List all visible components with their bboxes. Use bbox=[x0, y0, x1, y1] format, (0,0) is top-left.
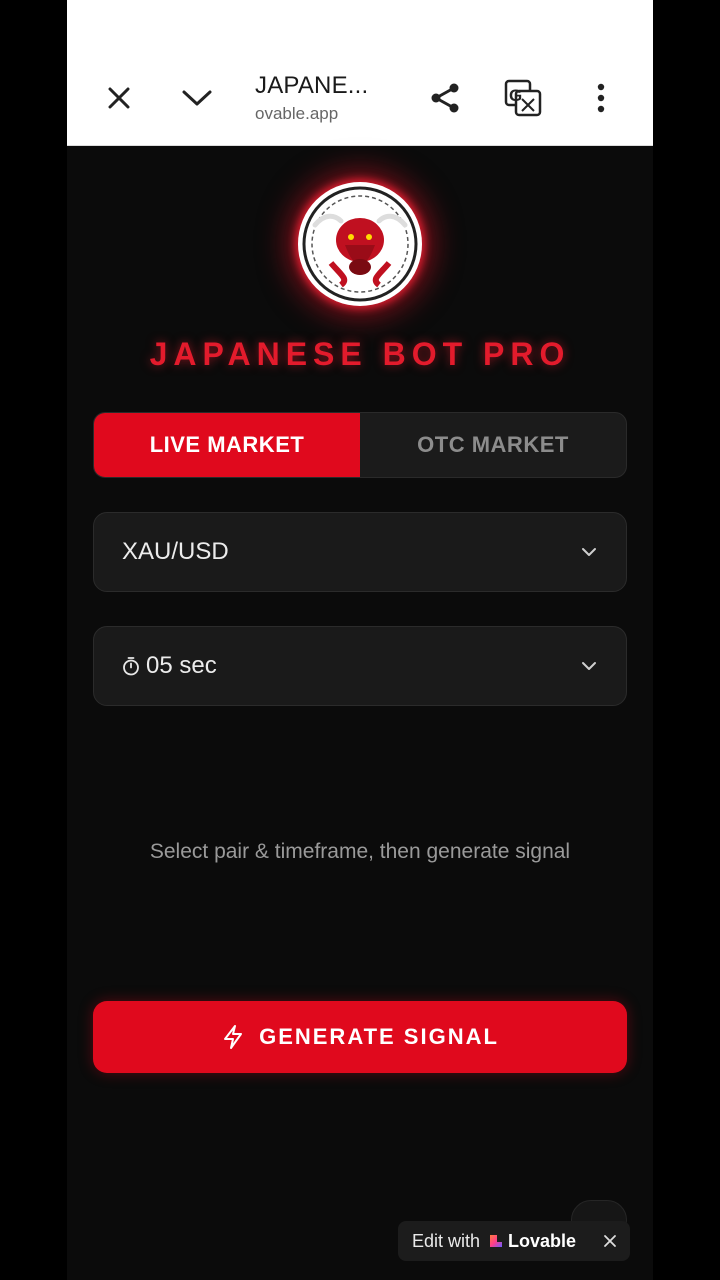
page-title: JAPANE... bbox=[255, 72, 369, 99]
hint-text: Select pair & timeframe, then generate s… bbox=[149, 840, 571, 863]
translate-button[interactable]: G bbox=[499, 74, 547, 122]
timeframe-select-value-wrap: 05 sec bbox=[122, 652, 580, 680]
lightning-icon bbox=[224, 1025, 243, 1049]
page-url: ovable.app bbox=[255, 104, 339, 123]
lovable-badge-prefix: Edit with bbox=[412, 1230, 481, 1251]
translate-icon: G bbox=[504, 79, 542, 117]
app-content: JAPANESE BOT PRO LIVE MARKET OTC MARKET … bbox=[67, 146, 653, 1280]
collapse-button[interactable] bbox=[173, 74, 221, 122]
share-button[interactable] bbox=[421, 74, 469, 122]
svg-text:G: G bbox=[509, 86, 522, 105]
lovable-brand-label: Lovable bbox=[508, 1230, 577, 1251]
chevron-down-icon bbox=[182, 90, 212, 106]
timeframe-select-value: 05 sec bbox=[146, 652, 217, 679]
chevron-down-icon bbox=[582, 662, 596, 670]
market-toggle: LIVE MARKET OTC MARKET bbox=[93, 412, 627, 478]
bull-logo bbox=[298, 182, 422, 306]
close-icon bbox=[108, 87, 130, 109]
generate-signal-label: GENERATE SIGNAL bbox=[259, 1024, 499, 1049]
chevron-down-icon bbox=[582, 548, 596, 556]
status-bar bbox=[67, 0, 653, 48]
generate-signal-button[interactable]: GENERATE SIGNAL bbox=[93, 1001, 627, 1073]
tab-otc-market[interactable]: OTC MARKET bbox=[360, 413, 626, 477]
lovable-heart-icon bbox=[490, 1235, 503, 1247]
phone-screen: JAPANE... ovable.app G JAPANESE BOT PRO … bbox=[67, 0, 653, 1280]
close-button[interactable] bbox=[95, 74, 143, 122]
lovable-close-button[interactable] bbox=[598, 1229, 622, 1253]
more-vertical-icon bbox=[597, 83, 605, 113]
brand-title: JAPANESE BOT PRO bbox=[149, 336, 571, 372]
more-menu-button[interactable] bbox=[577, 74, 625, 122]
tab-live-market[interactable]: LIVE MARKET bbox=[94, 413, 360, 477]
lovable-brand: Lovable bbox=[488, 1231, 576, 1252]
pair-select-value: XAU/USD bbox=[122, 538, 229, 565]
timeframe-select[interactable]: 05 sec bbox=[93, 626, 627, 706]
share-icon bbox=[431, 83, 459, 113]
page-title-area: JAPANE... ovable.app bbox=[255, 72, 405, 124]
browser-toolbar: JAPANE... ovable.app G bbox=[67, 48, 653, 146]
lovable-badge[interactable]: Edit with Lovable bbox=[398, 1221, 630, 1261]
stopwatch-icon bbox=[123, 657, 139, 676]
bull-logo-icon bbox=[302, 186, 418, 302]
pair-select[interactable]: XAU/USD bbox=[93, 512, 627, 592]
close-icon bbox=[604, 1235, 616, 1247]
